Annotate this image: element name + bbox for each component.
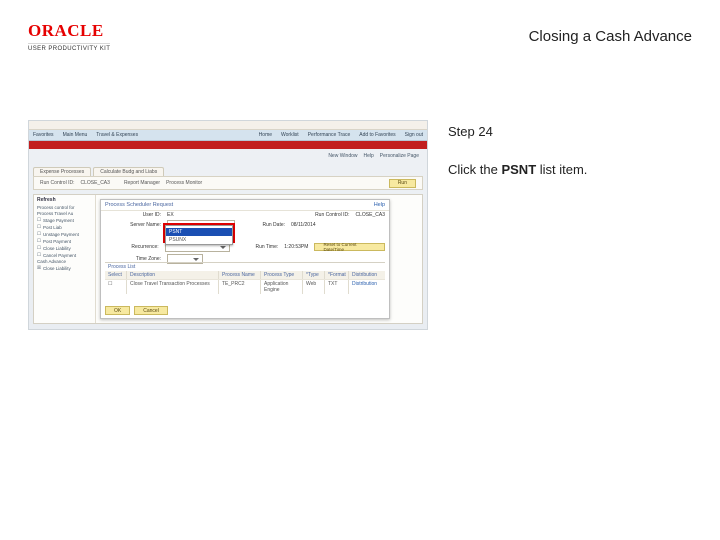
sidebar-header[interactable]: Refresh bbox=[37, 197, 92, 203]
run-control-bar: Run Control ID: CLOSE_CA3 Report Manager… bbox=[33, 176, 423, 190]
modal-help-link[interactable]: Help bbox=[374, 202, 385, 208]
table-row: ☐ Close Travel Transaction Processes TE_… bbox=[105, 279, 385, 294]
instruction-bold: PSNT bbox=[501, 162, 536, 177]
instruction-panel: Step 24 Click the PSNT list item. bbox=[440, 120, 692, 330]
chevron-down-icon bbox=[193, 258, 199, 261]
modal-title-text: Process Scheduler Request bbox=[105, 202, 173, 208]
cell-select[interactable]: ☐ bbox=[105, 280, 127, 294]
run-button[interactable]: Run bbox=[389, 179, 416, 188]
step-label: Step 24 bbox=[448, 124, 692, 139]
instruction-suffix: list item. bbox=[536, 162, 587, 177]
menu-item[interactable]: Main Menu bbox=[63, 132, 88, 138]
col-process-name: Process Name bbox=[219, 271, 261, 279]
server-name-label: Server Name: bbox=[105, 222, 161, 228]
report-manager-link[interactable]: Report Manager bbox=[124, 180, 160, 186]
server-name-dropdown-list[interactable]: PSNT PSUNX bbox=[165, 225, 233, 245]
menu-item[interactable]: Add to Favorites bbox=[359, 132, 395, 138]
menu-item[interactable]: Travel & Expenses bbox=[96, 132, 138, 138]
main-menubar: Favorites Main Menu Travel & Expenses Ho… bbox=[29, 130, 427, 141]
list-item: Cash Advance bbox=[37, 259, 92, 264]
list-item: Process control for bbox=[37, 205, 92, 210]
userid-label: User ID: bbox=[105, 212, 161, 218]
col-select: Select bbox=[105, 271, 127, 279]
menu-item[interactable]: Home bbox=[259, 132, 272, 138]
tab-calc-budg[interactable]: Calculate Budg and Liabs bbox=[93, 167, 164, 176]
link-personalize[interactable]: Personalize Page bbox=[380, 153, 419, 159]
list-item: ☒Close Liability bbox=[37, 265, 92, 271]
cell-process-type: Application Engine bbox=[261, 280, 303, 294]
brand-product: USER PRODUCTIVITY KIT bbox=[28, 43, 110, 52]
list-item: ☐Cancel Payment bbox=[37, 252, 92, 258]
process-list-label: Process List bbox=[105, 263, 385, 271]
menu-item[interactable]: Sign out bbox=[405, 132, 423, 138]
oracle-red-bar bbox=[29, 141, 427, 149]
col-distribution: Distribution bbox=[349, 271, 385, 279]
menu-item[interactable]: Worklist bbox=[281, 132, 299, 138]
runcontrol-label: Run Control ID: bbox=[290, 212, 350, 218]
chevron-down-icon bbox=[220, 246, 226, 249]
tab-expense-processes[interactable]: Expense Processes bbox=[33, 167, 91, 176]
cell-type[interactable]: Web bbox=[303, 280, 325, 294]
cancel-button[interactable]: Cancel bbox=[134, 306, 168, 315]
runcontrol-value: CLOSE_CA3 bbox=[356, 212, 385, 218]
runtime-value: 1:20:53PM bbox=[284, 244, 308, 250]
rundate-value: 08/11/2014 bbox=[291, 222, 316, 228]
brand-name: ORACLE bbox=[28, 21, 110, 41]
dropdown-option-psnt[interactable]: PSNT bbox=[166, 228, 232, 236]
browser-chrome bbox=[29, 121, 427, 130]
col-format: *Format bbox=[325, 271, 349, 279]
rundate-label: Run Date: bbox=[241, 222, 285, 228]
process-sidebar: Refresh Process control for Process Trav… bbox=[34, 195, 96, 323]
process-scheduler-modal: Process Scheduler Request Help User ID: … bbox=[100, 199, 390, 319]
page-title: Closing a Cash Advance bbox=[529, 28, 692, 45]
link-new-window[interactable]: New Window bbox=[328, 153, 357, 159]
list-item: ☐Close Liability bbox=[37, 245, 92, 251]
cell-format[interactable]: TXT bbox=[325, 280, 349, 294]
process-monitor-link[interactable]: Process Monitor bbox=[166, 180, 202, 186]
list-item: ☐Unstage Payment bbox=[37, 231, 92, 237]
cell-process-name: TE_PRC2 bbox=[219, 280, 261, 294]
instruction-prefix: Click the bbox=[448, 162, 501, 177]
link-help[interactable]: Help bbox=[364, 153, 374, 159]
col-description: Description bbox=[127, 271, 219, 279]
list-item: ☐Post Liab bbox=[37, 224, 92, 230]
col-type: *Type bbox=[303, 271, 325, 279]
list-item: Process Travel Au bbox=[37, 211, 92, 216]
run-control-label: Run Control ID: bbox=[40, 180, 74, 186]
screenshot-thumbnail: Favorites Main Menu Travel & Expenses Ho… bbox=[28, 120, 428, 330]
list-item: ☐Post Payment bbox=[37, 238, 92, 244]
cell-description: Close Travel Transaction Processes bbox=[127, 280, 219, 294]
menu-item[interactable]: Favorites bbox=[33, 132, 54, 138]
process-list-grid: Process List Select Description Process … bbox=[105, 262, 385, 294]
reset-time-button[interactable]: Reset to Current Date/Time bbox=[314, 243, 385, 251]
runtime-label: Run Time: bbox=[236, 244, 278, 250]
userid-value: EX bbox=[167, 212, 174, 218]
instruction-text: Click the PSNT list item. bbox=[448, 161, 692, 179]
recurrence-label: Recurrence: bbox=[105, 244, 159, 250]
run-control-value: CLOSE_CA3 bbox=[80, 180, 109, 186]
sub-header: New Window Help Personalize Page bbox=[29, 149, 427, 163]
list-item: ☐Stage Payment bbox=[37, 217, 92, 223]
brand-logo: ORACLE USER PRODUCTIVITY KIT bbox=[28, 21, 110, 52]
dropdown-option-psunx[interactable]: PSUNX bbox=[166, 236, 232, 244]
cell-distribution[interactable]: Distribution bbox=[349, 280, 385, 294]
col-process-type: Process Type bbox=[261, 271, 303, 279]
menu-item[interactable]: Performance Trace bbox=[308, 132, 351, 138]
ok-button[interactable]: OK bbox=[105, 306, 130, 315]
